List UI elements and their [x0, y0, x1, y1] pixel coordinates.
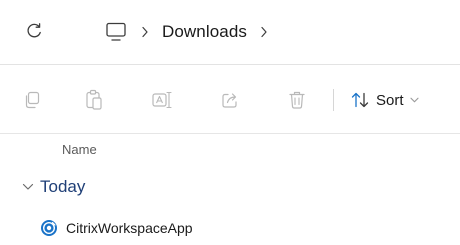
- refresh-button[interactable]: [22, 19, 46, 43]
- sort-button[interactable]: Sort: [350, 86, 419, 114]
- breadcrumb-separator[interactable]: [260, 26, 268, 38]
- chevron-down-icon: [409, 97, 419, 103]
- refresh-icon: [27, 23, 41, 38]
- breadcrumb-this-pc[interactable]: [104, 21, 128, 43]
- toolbar-divider: [333, 89, 334, 111]
- column-header-name[interactable]: Name: [62, 142, 97, 157]
- chevron-right-icon: [261, 26, 267, 38]
- delete-icon: [289, 91, 305, 109]
- breadcrumb-item-downloads[interactable]: Downloads: [162, 22, 247, 42]
- chevron-right-icon: [142, 26, 148, 38]
- chevron-down-icon: [22, 183, 34, 190]
- share-button[interactable]: [216, 86, 244, 114]
- breadcrumb: Downloads: [104, 21, 281, 43]
- command-bar: Sort: [0, 80, 460, 120]
- rename-button[interactable]: [148, 86, 176, 114]
- share-icon: [222, 93, 237, 108]
- computer-icon: [106, 22, 126, 41]
- delete-button[interactable]: [283, 86, 311, 114]
- list-item[interactable]: CitrixWorkspaceApp: [40, 217, 193, 239]
- group-header-today[interactable]: Today: [22, 176, 85, 198]
- copy-button[interactable]: [18, 86, 46, 114]
- paste-button[interactable]: [80, 86, 108, 114]
- address-bar: Downloads: [0, 0, 460, 62]
- paste-icon: [86, 89, 102, 110]
- file-name: CitrixWorkspaceApp: [66, 220, 193, 236]
- sort-icon: [351, 92, 369, 108]
- breadcrumb-separator[interactable]: [141, 26, 149, 38]
- rename-icon: [152, 91, 172, 109]
- divider: [0, 64, 460, 65]
- divider: [0, 133, 460, 134]
- copy-icon: [25, 91, 40, 109]
- group-label: Today: [40, 177, 86, 196]
- citrix-app-icon: [41, 220, 57, 236]
- sort-label: Sort: [376, 91, 404, 109]
